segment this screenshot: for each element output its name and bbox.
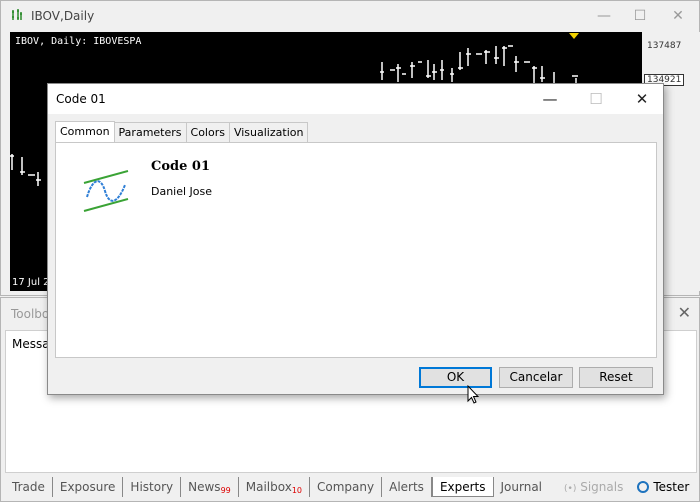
- cancel-button[interactable]: Cancelar: [499, 367, 573, 388]
- news-count-badge: 99: [220, 486, 231, 495]
- program-name: Code 01: [151, 159, 210, 174]
- indicator-logo-icon: [83, 170, 129, 212]
- tab-colors[interactable]: Colors: [185, 122, 230, 142]
- tab-visualization[interactable]: Visualization: [228, 122, 309, 142]
- tab-exposure[interactable]: Exposure: [53, 477, 124, 497]
- price-tick: 137487: [647, 41, 682, 51]
- dialog-titlebar[interactable]: Code 01 — ☐ ✕: [48, 84, 663, 114]
- tab-common[interactable]: Common: [55, 121, 115, 142]
- ok-button[interactable]: OK: [419, 367, 492, 388]
- dialog-close-button[interactable]: ✕: [624, 87, 660, 111]
- chart-window-title: IBOV,Daily: [31, 9, 95, 23]
- mailbox-count-badge: 10: [291, 486, 303, 495]
- tab-journal[interactable]: Journal: [494, 477, 550, 497]
- tester-icon: [637, 481, 650, 493]
- app-chart-icon: [12, 9, 22, 20]
- dialog-minimize-button[interactable]: —: [532, 87, 568, 111]
- chart-titlebar[interactable]: IBOV,Daily — ☐ ✕: [1, 1, 699, 31]
- chart-minimize-button[interactable]: —: [589, 5, 619, 27]
- dialog-maximize-button[interactable]: ☐: [578, 87, 614, 111]
- signals-icon: (•): [564, 484, 577, 494]
- tab-experts[interactable]: Experts: [431, 477, 494, 497]
- tab-trade[interactable]: Trade: [5, 477, 53, 497]
- tab-news[interactable]: News99: [181, 477, 239, 497]
- common-tab-panel: Code 01 Daniel Jose: [55, 142, 657, 358]
- tab-signals-label: Signals: [580, 480, 624, 494]
- tab-mailbox-label: Mailbox: [245, 480, 292, 494]
- dialog-tabs: Common Parameters Colors Visualization: [55, 121, 309, 142]
- toolbox-close-icon[interactable]: ✕: [678, 303, 691, 322]
- dialog-title: Code 01: [56, 92, 106, 106]
- toolbox-title: Toolbo: [11, 307, 50, 321]
- toolbox-tabs: Trade Exposure History News99 Mailbox10 …: [5, 476, 696, 498]
- tab-signals[interactable]: (•) Signals: [557, 477, 630, 497]
- tab-news-label: News: [188, 480, 221, 494]
- program-author: Daniel Jose: [151, 185, 213, 198]
- tab-alerts[interactable]: Alerts: [382, 477, 432, 497]
- chart-close-button[interactable]: ✕: [663, 5, 693, 27]
- tab-tester-label: Tester: [653, 480, 690, 494]
- chart-symbol-label: IBOV, Daily: IBOVESPA: [15, 36, 142, 47]
- reset-button[interactable]: Reset: [579, 367, 653, 388]
- chart-maximize-button[interactable]: ☐: [625, 5, 655, 27]
- tab-tester[interactable]: Tester: [630, 477, 696, 497]
- mouse-cursor-icon: [467, 385, 479, 404]
- tab-company[interactable]: Company: [310, 477, 383, 497]
- tab-mailbox[interactable]: Mailbox10: [239, 477, 311, 497]
- tab-history[interactable]: History: [123, 477, 182, 497]
- indicator-properties-dialog: Code 01 — ☐ ✕ Common Parameters Colors V…: [47, 83, 664, 395]
- price-alert-marker[interactable]: [569, 33, 579, 39]
- tab-parameters[interactable]: Parameters: [113, 122, 187, 142]
